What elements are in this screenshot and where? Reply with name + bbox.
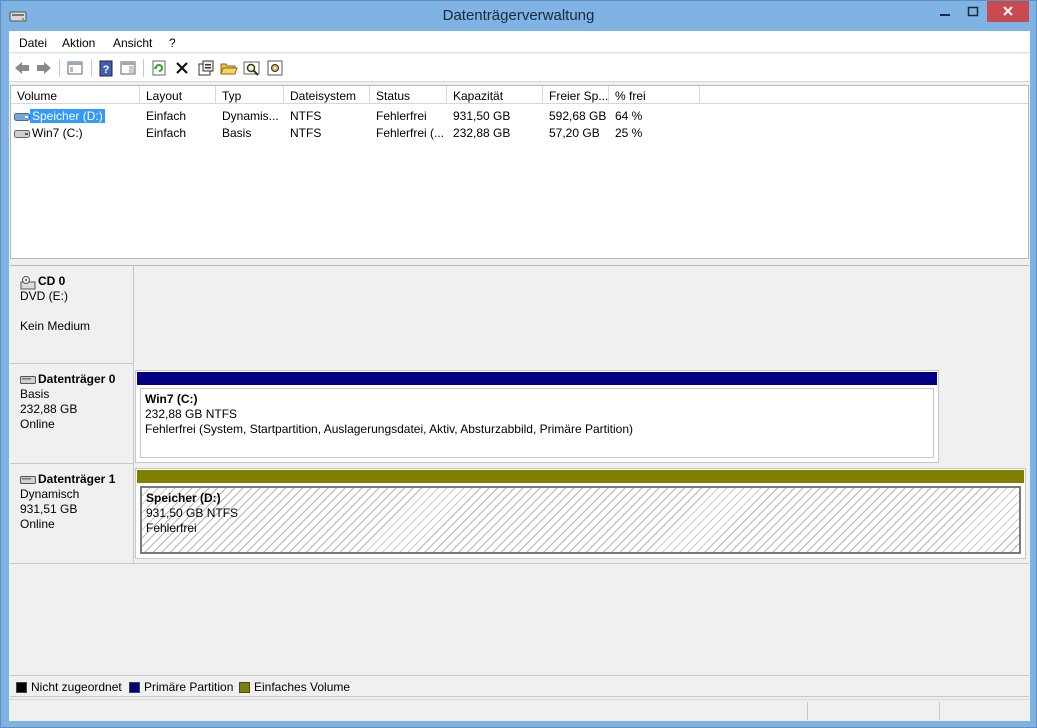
forward-arrow-icon[interactable]: [35, 59, 53, 77]
legend-item: Nicht zugeordnet: [16, 680, 122, 694]
menu-aktion[interactable]: Aktion: [62, 36, 95, 50]
legend-label: Einfaches Volume: [254, 680, 351, 694]
table-cell-status: Fehlerfrei: [376, 109, 427, 123]
disk-state-disk1: Online: [20, 517, 55, 531]
close-button[interactable]: [987, 1, 1029, 22]
partition-status: Fehlerfrei: [146, 521, 197, 535]
table-cell-status: Fehlerfrei (...: [376, 126, 445, 140]
table-cell-volume: Win7 (C:): [32, 126, 83, 140]
table-cell-dateisystem: NTFS: [290, 126, 322, 140]
legend-item: Einfaches Volume: [239, 680, 350, 694]
legend-swatch-unallocated: [16, 681, 27, 693]
svg-text:?: ?: [103, 64, 110, 76]
partition-name: Speicher (D:): [146, 491, 221, 505]
legend-label: Primäre Partition: [144, 680, 234, 694]
legend-item: Primäre Partition: [129, 680, 233, 694]
search-icon[interactable]: [243, 59, 261, 77]
table-cell-prozent-frei: 25 %: [615, 126, 643, 140]
column-header-filler: [700, 86, 1028, 104]
cd-drive-icon: [20, 275, 36, 289]
status-separator: [807, 702, 808, 720]
disk-type-cd0: DVD (E:): [20, 289, 68, 303]
column-header-status[interactable]: Status: [370, 86, 447, 104]
disk-size-disk0: 232,88 GB: [20, 402, 78, 416]
menu-bar: Datei Aktion Ansicht ?: [9, 31, 1030, 53]
table-cell-kapazitaet: 931,50 GB: [453, 109, 511, 123]
partition-speicher[interactable]: Speicher (D:) 931,50 GB NTFS Fehlerfrei: [135, 468, 1026, 559]
column-header-layout[interactable]: Layout: [140, 86, 216, 104]
disk-name-cd0: CD 0: [38, 274, 66, 288]
back-arrow-icon[interactable]: [13, 59, 31, 77]
help-icon[interactable]: ?: [97, 59, 115, 77]
column-header-prozent-frei[interactable]: % frei: [609, 86, 700, 104]
legend-label: Nicht zugeordnet: [31, 680, 122, 694]
disk-info-disk1[interactable]: Datenträger 1 Dynamisch 931,51 GB Online: [10, 464, 134, 564]
drive-icon: [14, 128, 30, 138]
disk-state-disk0: Online: [20, 417, 55, 431]
maximize-button[interactable]: [959, 1, 987, 22]
column-header-kapazitaet[interactable]: Kapazität: [447, 86, 543, 104]
disk-type-disk0: Basis: [20, 387, 50, 401]
menu-ansicht[interactable]: Ansicht: [113, 36, 152, 50]
disk-info-disk0[interactable]: Datenträger 0 Basis 232,88 GB Online: [10, 364, 134, 464]
table-cell-volume: Speicher (D:): [30, 109, 105, 123]
primary-partition-bar: [137, 372, 937, 385]
simple-volume-bar: [137, 470, 1024, 483]
disk-info-cd0[interactable]: CD 0 DVD (E:) Kein Medium: [10, 266, 134, 364]
disk-media-cd0: Kein Medium: [20, 319, 91, 333]
table-cell-prozent-frei: 64 %: [615, 109, 643, 123]
partition-size: 931,50 GB NTFS: [146, 506, 239, 520]
minimize-button[interactable]: [931, 1, 959, 22]
disk-type-disk1: Dynamisch: [20, 487, 80, 501]
refresh-icon[interactable]: [150, 59, 168, 77]
table-cell-layout: Einfach: [146, 109, 187, 123]
menu-help[interactable]: ?: [169, 36, 176, 50]
column-header-dateisystem[interactable]: Dateisystem: [284, 86, 370, 104]
legend-swatch-primary: [129, 681, 140, 693]
hard-disk-icon: [20, 374, 36, 386]
disk-size-disk1: 931,51 GB: [20, 502, 78, 516]
status-bar: [9, 699, 1030, 721]
disk-management-window: Datenträgerverwaltung Datei Aktion Ansic…: [0, 0, 1037, 728]
table-cell-freier-speicher: 592,68 GB: [549, 109, 607, 123]
legend-swatch-simple: [239, 681, 250, 693]
disk-name-disk0: Datenträger 0: [38, 372, 116, 386]
partition-name: Win7 (C:): [145, 392, 198, 406]
menu-datei[interactable]: Datei: [19, 36, 47, 50]
toolbar-separator: [59, 59, 60, 77]
table-cell-dateisystem: NTFS: [290, 109, 322, 123]
view-panel-icon[interactable]: [119, 59, 137, 77]
cd0-empty-area: [135, 266, 1029, 364]
volume-list: Volume Layout Typ Dateisystem Status Kap…: [10, 85, 1029, 259]
toolbar: ?: [9, 54, 1030, 82]
partition-size: 232,88 GB NTFS: [145, 407, 238, 421]
disk-name-disk1: Datenträger 1: [38, 472, 116, 486]
partition-win7[interactable]: Win7 (C:) 232,88 GB NTFS Fehlerfrei (Sys…: [135, 370, 939, 463]
table-cell-typ: Dynamis...: [222, 109, 279, 123]
table-cell-freier-speicher: 57,20 GB: [549, 126, 600, 140]
column-header-freier-speicher[interactable]: Freier Sp...: [543, 86, 609, 104]
window-title: Datenträgerverwaltung: [442, 7, 595, 24]
settings-icon[interactable]: [266, 59, 284, 77]
open-folder-icon[interactable]: [220, 59, 238, 77]
console-tree-icon[interactable]: [66, 59, 84, 77]
drive-icon: [14, 111, 30, 121]
divider: [10, 563, 1029, 564]
table-cell-typ: Basis: [222, 126, 252, 140]
delete-icon[interactable]: [173, 59, 191, 77]
table-cell-layout: Einfach: [146, 126, 187, 140]
toolbar-separator: [143, 59, 144, 77]
column-header-typ[interactable]: Typ: [216, 86, 284, 104]
status-separator: [939, 702, 940, 720]
partition-status: Fehlerfrei (System, Startpartition, Ausl…: [145, 422, 633, 436]
properties-icon[interactable]: [197, 59, 215, 77]
legend: Nicht zugeordnet Primäre Partition Einfa…: [10, 675, 1029, 697]
column-header-volume[interactable]: Volume: [11, 86, 140, 104]
title-bar[interactable]: Datenträgerverwaltung: [1, 1, 1036, 31]
client-area: Datei Aktion Ansicht ? ? Volume Layout T…: [9, 31, 1030, 721]
disk-graphical-view: CD 0 DVD (E:) Kein Medium Datenträger 0 …: [10, 265, 1029, 671]
table-cell-kapazitaet: 232,88 GB: [453, 126, 511, 140]
toolbar-separator: [91, 59, 92, 77]
hard-disk-icon: [20, 474, 36, 486]
